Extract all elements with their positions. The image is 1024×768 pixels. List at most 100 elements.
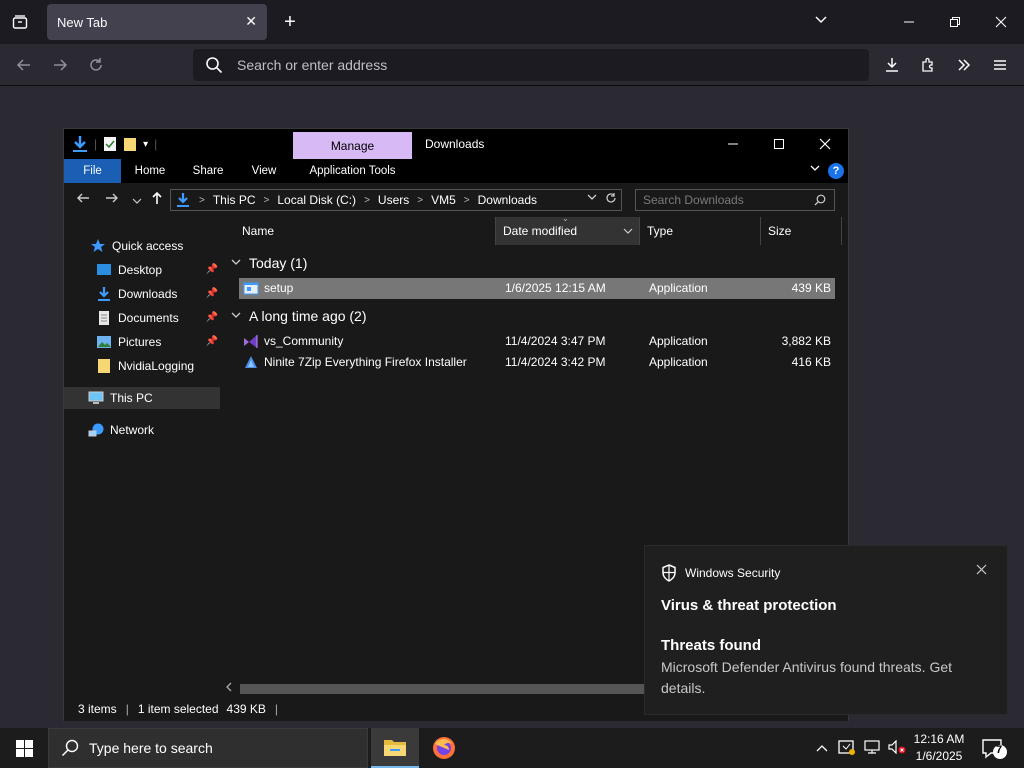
browser-close-button[interactable] — [978, 0, 1024, 44]
nav-item-nvidialogging[interactable]: NvidiaLogging — [64, 355, 220, 377]
nav-item-downloads[interactable]: Downloads 📌 — [64, 283, 220, 305]
address-bar[interactable] — [193, 49, 869, 81]
breadcrumb-downloads[interactable]: Downloads — [478, 193, 537, 207]
taskbar-search[interactable] — [48, 728, 368, 768]
explorer-address-bar[interactable]: > This PC > Local Disk (C:) > Users > VM… — [170, 189, 622, 211]
taskbar-file-explorer[interactable] — [371, 728, 419, 768]
menu-button[interactable] — [987, 52, 1013, 78]
tab-close-icon[interactable]: ✕ — [245, 13, 257, 30]
breadcrumb-vm5[interactable]: VM5 — [431, 193, 456, 207]
explorer-close-button[interactable] — [802, 129, 848, 159]
ribbon-tab-view[interactable]: View — [238, 159, 290, 183]
network-status-icon[interactable] — [864, 739, 880, 757]
file-row-ninite-installer[interactable]: Ninite 7Zip Everything Firefox Installer… — [239, 352, 835, 373]
nav-label: Quick access — [112, 239, 184, 253]
url-input[interactable] — [237, 57, 817, 73]
help-icon[interactable]: ? — [828, 163, 844, 179]
breadcrumb-local-disk[interactable]: Local Disk (C:) — [277, 193, 356, 207]
ribbon-tab-share[interactable]: Share — [182, 159, 234, 183]
puzzle-icon — [922, 57, 933, 72]
nav-item-network[interactable]: Network — [64, 419, 220, 441]
nav-item-quick-access[interactable]: Quick access — [64, 235, 220, 257]
explorer-back-icon[interactable] — [76, 191, 90, 207]
nav-item-this-pc[interactable]: This PC — [64, 387, 220, 409]
ribbon-tab-home[interactable]: Home — [124, 159, 176, 183]
nav-item-documents[interactable]: Documents 📌 — [64, 307, 220, 329]
security-notification-toast[interactable]: Windows Security Virus & threat protecti… — [644, 545, 1008, 715]
nav-label: Pictures — [118, 335, 162, 349]
up-level-icon[interactable] — [151, 191, 163, 208]
ribbon-tab-manage[interactable]: Manage — [293, 132, 412, 159]
browser-tabbar: New Tab ✕ + — [0, 0, 1024, 44]
browser-restore-button[interactable] — [932, 0, 978, 44]
column-dropdown-icon[interactable] — [623, 224, 633, 238]
show-hidden-icons-icon[interactable] — [816, 741, 828, 755]
customize-qa-icon[interactable]: ▾ — [143, 139, 148, 150]
security-warning-icon[interactable] — [838, 739, 856, 758]
breadcrumb-separator-icon: > — [364, 194, 370, 206]
column-header-size[interactable]: Size — [761, 217, 841, 245]
toast-close-button[interactable] — [976, 562, 987, 578]
refresh-icon[interactable] — [605, 192, 617, 207]
nav-label: NvidiaLogging — [118, 359, 195, 373]
expand-ribbon-icon[interactable] — [810, 163, 820, 175]
file-name: vs_Community — [264, 334, 344, 348]
pictures-icon — [97, 336, 111, 348]
breadcrumb-this-pc[interactable]: This PC — [213, 193, 256, 207]
star-icon — [91, 239, 105, 252]
breadcrumb-users[interactable]: Users — [378, 193, 409, 207]
group-header-long-time-ago[interactable]: A long time ago (2) — [231, 308, 367, 324]
nav-item-pictures[interactable]: Pictures 📌 — [64, 331, 220, 353]
tab-new-tab[interactable]: New Tab ✕ — [47, 4, 267, 40]
taskbar: 12:16 AM 1/6/2025 7 — [0, 728, 1024, 768]
maximize-icon — [774, 139, 784, 149]
address-dropdown-icon[interactable] — [587, 192, 597, 204]
firefox-view-button[interactable] — [8, 10, 32, 34]
new-folder-icon[interactable] — [123, 136, 137, 152]
file-row-setup[interactable]: setup 1/6/2025 12:15 AM Application 439 … — [239, 278, 835, 299]
close-icon — [819, 138, 831, 150]
ribbon-tab-file[interactable]: File — [64, 159, 121, 183]
download-folder-icon — [73, 136, 87, 152]
system-tray — [816, 728, 906, 768]
download-icon — [886, 58, 898, 72]
forward-button[interactable] — [47, 52, 73, 78]
downloads-button[interactable] — [879, 52, 905, 78]
explorer-minimize-button[interactable] — [710, 129, 756, 159]
visual-studio-icon — [244, 335, 258, 348]
column-header-name[interactable]: Name — [235, 217, 495, 245]
extensions-button[interactable] — [915, 52, 941, 78]
start-button[interactable] — [0, 728, 48, 768]
clock-date: 1/6/2025 — [915, 749, 963, 763]
taskbar-search-input[interactable] — [89, 740, 349, 756]
column-header-type[interactable]: Type — [640, 217, 760, 245]
hamburger-icon — [994, 60, 1006, 70]
explorer-search-input[interactable] — [636, 193, 806, 207]
application-icon — [243, 282, 259, 295]
explorer-forward-icon[interactable] — [105, 191, 119, 207]
column-header-label: Date modified — [503, 224, 578, 238]
explorer-maximize-button[interactable] — [756, 129, 802, 159]
taskbar-firefox[interactable] — [420, 728, 468, 768]
overflow-button[interactable] — [951, 52, 977, 78]
nav-label: Desktop — [118, 263, 163, 277]
action-center-button[interactable]: 7 — [982, 738, 1008, 765]
browser-minimize-button[interactable] — [886, 0, 932, 44]
properties-icon[interactable] — [103, 136, 117, 152]
group-header-today[interactable]: Today (1) — [231, 255, 307, 271]
column-header-date-modified[interactable]: Date modified ⌄ — [496, 214, 639, 245]
new-tab-button[interactable]: + — [278, 10, 302, 34]
ribbon-tab-application-tools[interactable]: Application Tools — [293, 159, 412, 183]
nav-item-desktop[interactable]: Desktop 📌 — [64, 259, 220, 281]
collapse-chevron-icon — [231, 311, 241, 322]
taskbar-clock[interactable]: 12:16 AM 1/6/2025 — [900, 731, 978, 765]
file-name: Ninite 7Zip Everything Firefox Installer — [264, 355, 467, 369]
list-all-tabs-icon[interactable] — [814, 12, 828, 28]
explorer-search-box[interactable] — [635, 189, 835, 211]
scroll-left-icon[interactable] — [226, 682, 232, 695]
reload-icon — [90, 58, 102, 71]
reload-button[interactable] — [83, 52, 109, 78]
recent-locations-icon[interactable] — [132, 192, 142, 208]
file-row-vs-community[interactable]: vs_Community 11/4/2024 3:47 PM Applicati… — [239, 331, 835, 352]
back-button[interactable] — [11, 52, 37, 78]
